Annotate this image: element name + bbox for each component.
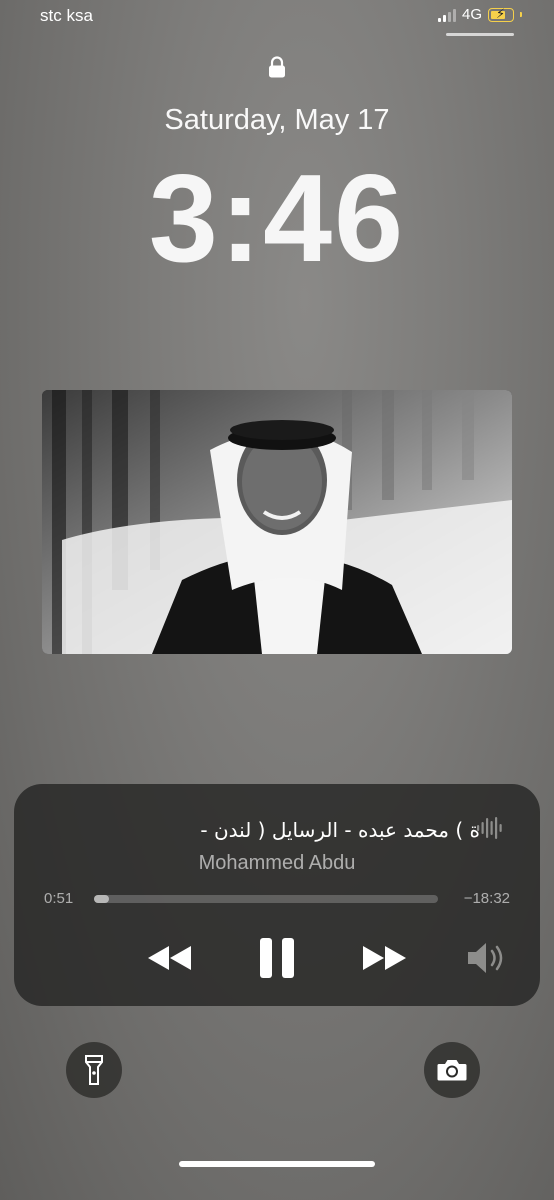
battery-tip: [520, 12, 522, 17]
playback-scrubber[interactable]: [94, 895, 438, 903]
signal-icon: [437, 8, 456, 22]
now-playing-widget: ة ) محمد عبده - الرسايل ( لندن - Mohamme…: [14, 784, 540, 1006]
signal-bar: [437, 17, 441, 22]
flashlight-icon: [85, 1055, 103, 1085]
album-artwork[interactable]: [42, 390, 512, 654]
status-bar: stc ksa 4G ⚡: [0, 0, 554, 36]
signal-bar: [442, 14, 446, 22]
camera-icon: [437, 1060, 467, 1081]
fast-forward-icon: [363, 946, 406, 970]
status-indicators: 4G ⚡: [437, 5, 522, 23]
signal-bar: [452, 8, 456, 22]
battery-icon: ⚡: [488, 5, 514, 22]
charging-bolt-icon: ⚡: [496, 5, 506, 21]
flashlight-button[interactable]: [66, 1042, 122, 1098]
pause-button[interactable]: [254, 934, 300, 982]
waveform-icon[interactable]: [476, 816, 504, 840]
lock-screen-time: 3:46: [148, 150, 406, 288]
audio-output-button[interactable]: [462, 938, 514, 978]
rewind-button[interactable]: [142, 938, 198, 978]
lock-icon: [269, 56, 285, 78]
lock-screen-date: Saturday, May 17: [164, 104, 390, 136]
fast-forward-button[interactable]: [356, 938, 412, 978]
speaker-icon: [468, 943, 503, 973]
track-title[interactable]: ة ) محمد عبده - الرسايل ( لندن -: [100, 818, 480, 842]
playback-progress-fill: [94, 895, 110, 903]
pause-icon: [260, 938, 294, 978]
network-type-label: 4G: [461, 6, 482, 23]
artwork-image: [42, 390, 512, 654]
home-indicator[interactable]: [179, 1161, 375, 1167]
control-center-indicator[interactable]: [446, 33, 514, 36]
artist-name[interactable]: Mohammed Abdu: [14, 852, 540, 875]
rewind-icon: [148, 946, 191, 970]
remaining-time: −18:32: [463, 890, 510, 907]
elapsed-time: 0:51: [44, 890, 74, 907]
signal-bar: [447, 11, 451, 22]
carrier-label: stc ksa: [40, 6, 93, 25]
camera-button[interactable]: [424, 1042, 480, 1098]
